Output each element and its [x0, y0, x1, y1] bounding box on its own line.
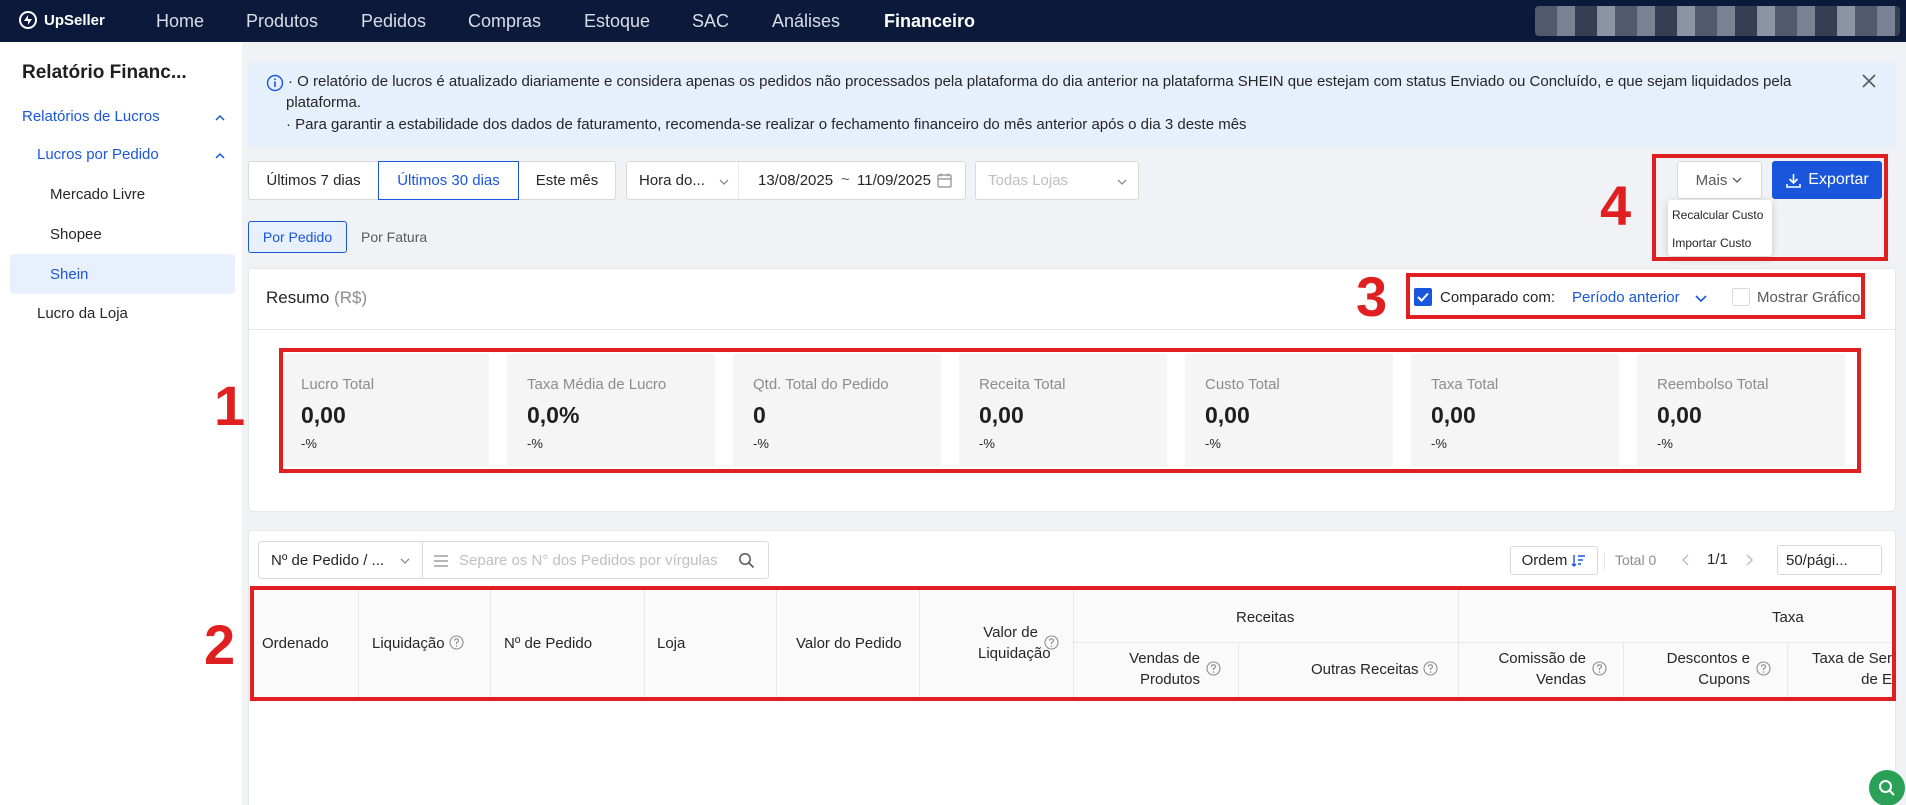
close-icon[interactable] [1860, 72, 1878, 90]
upseller-logo-icon [19, 11, 37, 29]
stores-placeholder: Todas Lojas [988, 172, 1069, 189]
support-search-fab[interactable] [1869, 770, 1905, 805]
calendar-icon[interactable] [936, 172, 953, 189]
date-end[interactable]: 11/09/2025 [857, 172, 931, 189]
sidebar-selected-bg [10, 254, 235, 294]
nav-compras[interactable]: Compras [468, 11, 541, 32]
total-count: Total 0 [1615, 552, 1657, 568]
logo-text: UpSeller [44, 11, 105, 29]
page-indicator: 1/1 [1707, 551, 1728, 568]
sidebar-item-lucros-por-pedido[interactable]: Lucros por Pedido [37, 146, 159, 163]
top-navbar: UpSeller Home Produtos Pedidos Compras E… [0, 0, 1906, 42]
chevron-up-icon[interactable] [212, 148, 228, 164]
summary-divider [249, 329, 1895, 330]
summary-title-text: Resumo [266, 288, 330, 307]
order-search-input[interactable]: Separe os N° dos Pedidos por vírgulas [422, 541, 769, 579]
summary-title: Resumo (R$) [266, 288, 367, 308]
sidebar: Relatório Financ... Relatórios de Lucros… [0, 42, 242, 805]
this-month-button[interactable]: Este mês [518, 161, 616, 200]
sort-icon [1571, 555, 1586, 567]
date-start[interactable]: 13/08/2025 [758, 172, 833, 189]
nav-pedidos[interactable]: Pedidos [361, 11, 426, 32]
banner-line-3: · Para garantir a estabilidade dos dados… [286, 116, 1247, 133]
nav-financeiro[interactable]: Financeiro [884, 11, 975, 32]
page-size-value: 50/pági... [1786, 552, 1848, 569]
chevron-down-icon [719, 179, 729, 185]
time-type-select[interactable]: Hora do... [639, 172, 705, 189]
search-icon[interactable] [738, 552, 755, 569]
range-30-days-button[interactable]: Últimos 30 dias [378, 161, 519, 200]
date-separator: ~ [841, 171, 850, 188]
user-account-blurred[interactable] [1535, 6, 1900, 36]
chevron-left-icon[interactable] [1679, 553, 1693, 567]
order-sort-button[interactable]: Ordem [1510, 546, 1598, 575]
annotation-number-4: 4 [1600, 174, 1632, 237]
annotation-number-1: 1 [214, 374, 246, 437]
chevron-down-icon [1117, 179, 1127, 185]
summary-currency: (R$) [334, 288, 368, 307]
stores-select[interactable]: Todas Lojas [975, 161, 1139, 200]
search-type-value: Nº de Pedido / ... [271, 552, 385, 569]
order-sort-label: Ordem [1521, 552, 1568, 569]
search-type-select[interactable]: Nº de Pedido / ... [258, 541, 423, 579]
banner-line-2: plataforma. [286, 94, 362, 111]
nav-sac[interactable]: SAC [692, 11, 729, 32]
toolbar-divider [1604, 552, 1605, 570]
nav-estoque[interactable]: Estoque [584, 11, 650, 32]
annotation-box-4 [1652, 154, 1888, 261]
list-icon [434, 555, 448, 567]
info-icon [266, 74, 284, 92]
chevron-down-icon [400, 558, 410, 564]
annotation-box-1 [279, 348, 1861, 473]
sidebar-item-mercado-livre[interactable]: Mercado Livre [50, 186, 145, 203]
nav-produtos[interactable]: Produtos [246, 11, 318, 32]
app-logo[interactable]: UpSeller [18, 10, 105, 30]
search-icon [1879, 780, 1895, 796]
search-placeholder: Separe os N° dos Pedidos por vírgulas [459, 552, 718, 569]
info-banner: · O relatório de lucros é atualizado dia… [248, 62, 1896, 147]
sidebar-item-shein[interactable]: Shein [50, 266, 88, 283]
page-size-select[interactable]: 50/pági... [1777, 545, 1882, 575]
chevron-right-icon[interactable] [1742, 553, 1756, 567]
range-7-days-button[interactable]: Últimos 7 dias [248, 161, 379, 200]
nav-home[interactable]: Home [156, 11, 204, 32]
annotation-number-2: 2 [204, 613, 236, 676]
sidebar-item-lucro-da-loja[interactable]: Lucro da Loja [37, 305, 128, 322]
sidebar-title: Relatório Financ... [22, 62, 187, 83]
annotation-box-3 [1406, 273, 1865, 319]
tab-por-fatura[interactable]: Por Fatura [361, 229, 427, 245]
sidebar-item-shopee[interactable]: Shopee [50, 226, 102, 243]
sidebar-item-relatorios-de-lucros[interactable]: Relatórios de Lucros [22, 108, 160, 125]
annotation-number-3: 3 [1356, 265, 1388, 328]
annotation-box-2 [250, 586, 1896, 701]
tab-por-pedido[interactable]: Por Pedido [248, 221, 347, 253]
nav-analises[interactable]: Análises [772, 11, 840, 32]
chevron-up-icon[interactable] [212, 110, 228, 126]
banner-line-1: · O relatório de lucros é atualizado dia… [288, 73, 1792, 90]
date-range-picker[interactable]: Hora do... 13/08/2025 ~ 11/09/2025 [626, 161, 966, 200]
